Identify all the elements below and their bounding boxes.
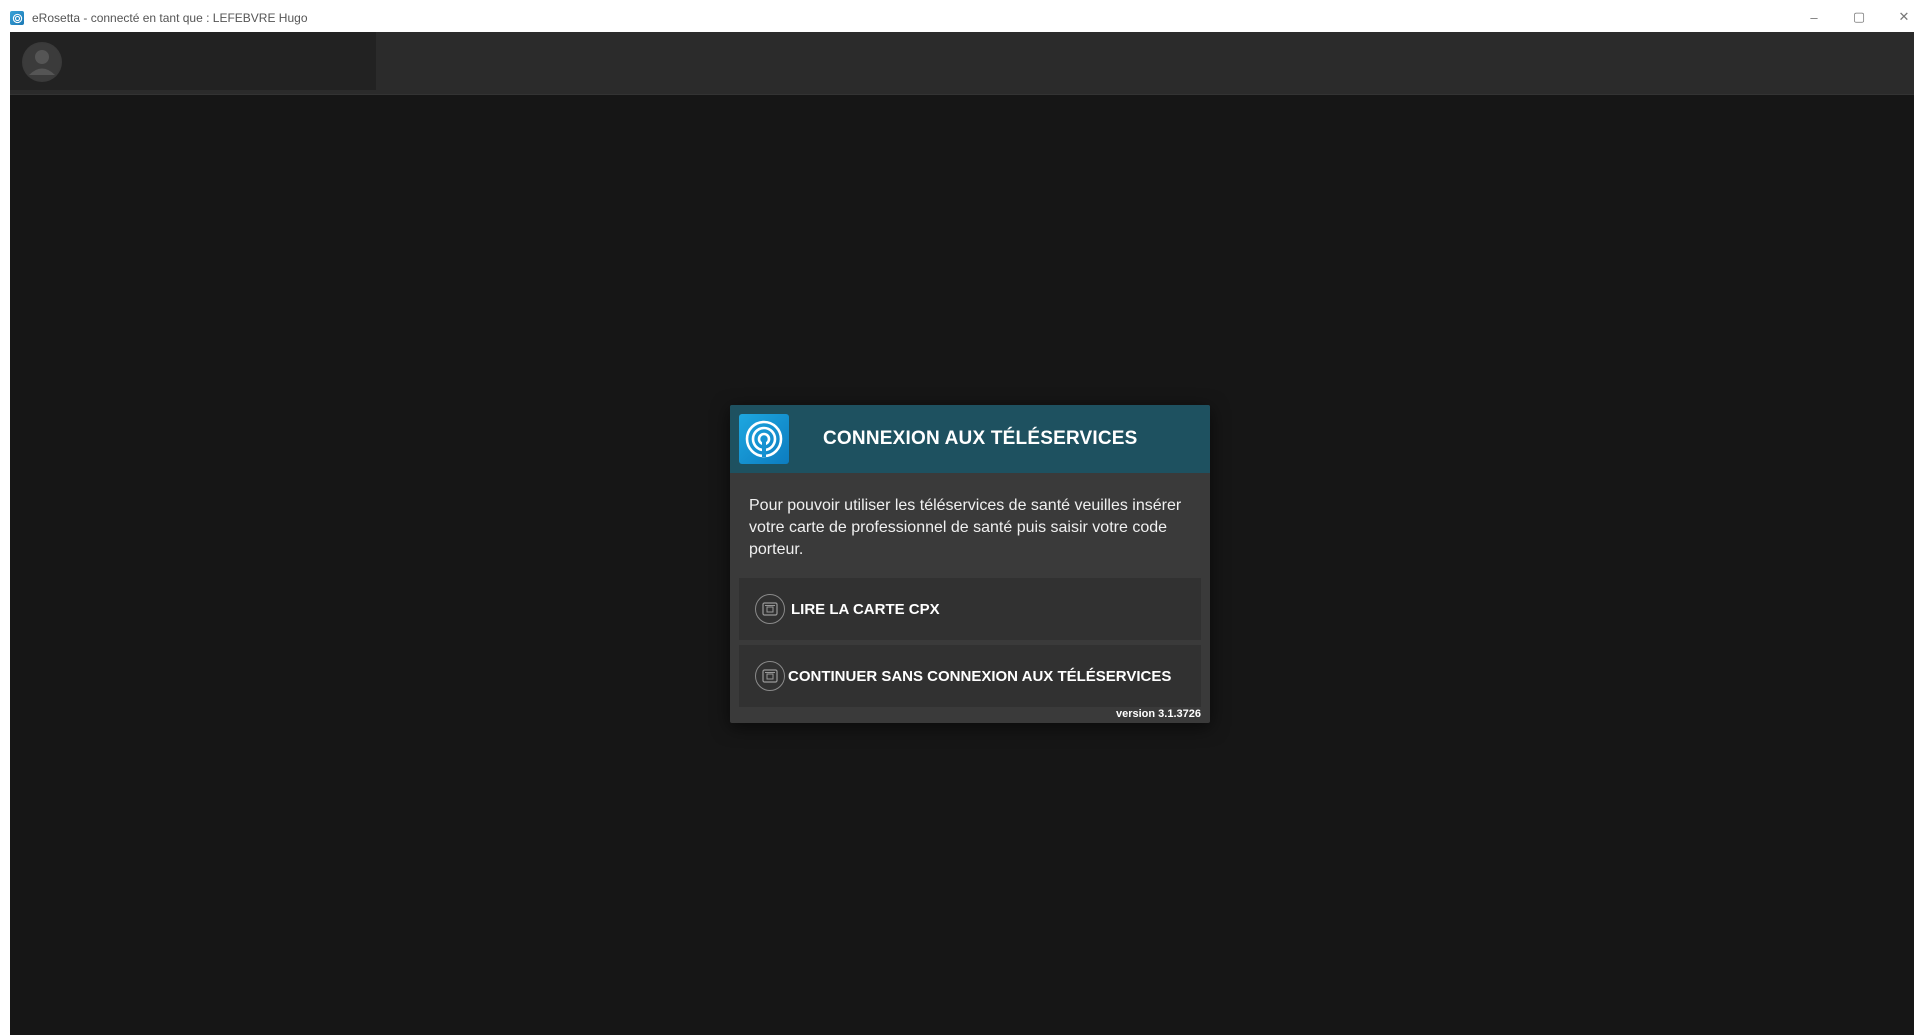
dialog-title: CONNEXION AUX TÉLÉSERVICES [823,428,1138,449]
card-reader-icon [755,594,785,624]
version-label: version 3.1.3726 [1115,708,1201,720]
continue-without-connection-button[interactable]: CONTINUER SANS CONNEXION AUX TÉLÉSERVICE… [739,645,1201,707]
window-titlebar: eRosetta - connecté en tant que : LEFEBV… [0,0,1914,32]
dialog-header: CONNEXION AUX TÉLÉSERVICES [730,405,1210,473]
user-avatar-icon[interactable] [22,42,62,82]
app-icon [10,11,24,25]
dialog-message: Pour pouvoir utiliser les téléservices d… [749,497,1182,558]
teleservice-logo-icon [739,414,789,464]
continue-without-connection-label: CONTINUER SANS CONNEXION AUX TÉLÉSERVICE… [788,667,1172,685]
read-cpx-card-button[interactable]: LIRE LA CARTE CPX [739,578,1201,640]
close-button[interactable]: ✕ [1894,8,1914,26]
teleservices-dialog: CONNEXION AUX TÉLÉSERVICES Pour pouvoir … [730,405,1210,723]
card-reader-icon [755,661,785,691]
user-panel[interactable] [10,32,376,90]
minimize-button[interactable]: – [1804,8,1824,26]
window-title: eRosetta - connecté en tant que : LEFEBV… [32,11,308,25]
read-cpx-card-label: LIRE LA CARTE CPX [791,600,940,618]
maximize-button[interactable]: ▢ [1849,8,1869,26]
app-topbar [10,32,1914,95]
